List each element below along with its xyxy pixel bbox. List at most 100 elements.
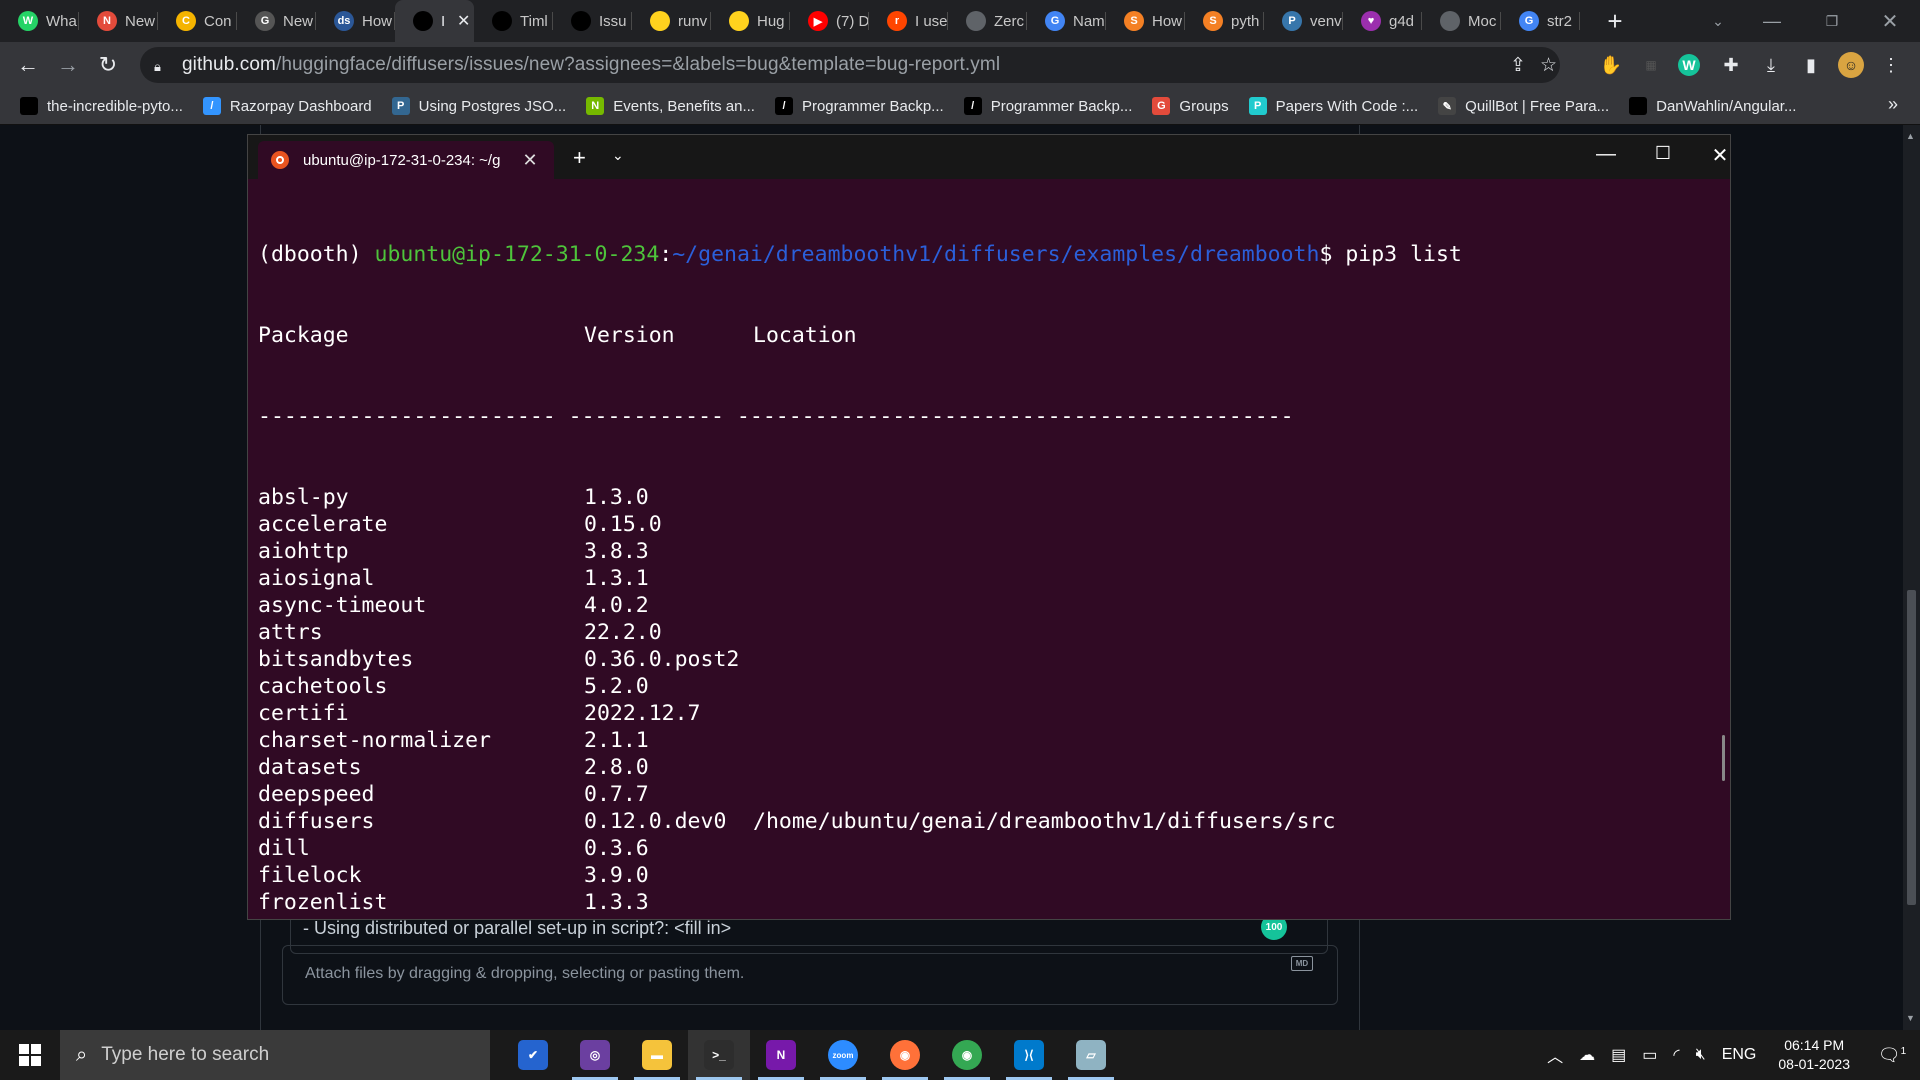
browser-tab-label: venv <box>1310 12 1342 30</box>
browser-tab[interactable]: W Wha <box>0 0 79 42</box>
browser-tab[interactable]: S How <box>1106 0 1185 42</box>
camera-app-icon: ◎ <box>580 1040 610 1070</box>
taskbar-app-button[interactable]: ◎ <box>564 1030 626 1080</box>
globe-icon <box>1440 11 1460 31</box>
browser-tab[interactable]: ▶ (7) D <box>790 0 869 42</box>
bookmark-item[interactable]: P Using Postgres JSO... <box>391 97 566 115</box>
extensions-puzzle-icon[interactable]: ✚ <box>1718 52 1744 78</box>
back-button[interactable]: ← <box>8 52 48 78</box>
bookmark-item[interactable]: / Razorpay Dashboard <box>202 97 372 115</box>
tab-search-icon[interactable]: ⌄ <box>1688 0 1748 42</box>
box-icon: C <box>176 11 196 31</box>
taskbar-app-button[interactable]: ✔ <box>502 1030 564 1080</box>
page-scrollbar[interactable]: ▲ ▼ <box>1903 125 1920 1030</box>
terminal-tab[interactable]: ubuntu@ip-172-31-0-234: ~/g ✕ <box>258 141 554 179</box>
device-icon[interactable]: ▤ <box>1611 1045 1626 1065</box>
terminal-maximize-button[interactable]: ☐ <box>1643 143 1683 164</box>
terminal-minimize-button[interactable]: — <box>1586 143 1626 166</box>
taskbar-search-box[interactable]: ⌕ Type here to search <box>60 1030 490 1080</box>
bookmark-item[interactable]: N Events, Benefits an... <box>586 97 755 115</box>
browser-tab[interactable]: Spyth <box>1185 0 1264 42</box>
bookmark-item[interactable]: ✎ QuillBot | Free Para... <box>1438 97 1609 115</box>
forward-button[interactable]: → <box>48 52 88 78</box>
language-indicator[interactable]: ENG <box>1722 1046 1757 1064</box>
address-bar[interactable]: 🔒︎ github.com/huggingface/diffusers/issu… <box>140 47 1560 83</box>
browser-tab[interactable]: Timl <box>474 0 553 42</box>
volume-muted-icon[interactable]: 🔇︎ <box>1696 1046 1706 1064</box>
restore-window-button[interactable]: ❐ <box>1802 0 1862 42</box>
start-button[interactable] <box>0 1030 60 1080</box>
browser-tab[interactable]: I ✕ <box>395 0 474 42</box>
share-icon[interactable]: ⇪ <box>1510 54 1526 77</box>
terminal-scrollbar[interactable] <box>1722 735 1725 781</box>
taskbar-app-button[interactable]: ⟩⟨ <box>998 1030 1060 1080</box>
close-terminal-tab-icon[interactable]: ✕ <box>522 150 537 171</box>
taskbar-app-button[interactable]: ▱ <box>1060 1030 1122 1080</box>
minimize-window-button[interactable]: — <box>1742 0 1802 42</box>
bookmark-star-icon[interactable]: ☆ <box>1540 54 1557 77</box>
browser-tab[interactable]: C Con <box>158 0 237 42</box>
wifi-icon[interactable]: ◜ <box>1673 1045 1679 1065</box>
lock-icon[interactable]: 🔒︎ <box>154 59 166 74</box>
browser-tab[interactable]: r I use <box>869 0 948 42</box>
browser-tab[interactable]: G New <box>237 0 316 42</box>
browser-tab[interactable]: ds How <box>316 0 395 42</box>
terminal-icon: >_ <box>704 1040 734 1070</box>
browser-tab[interactable]: G Nam <box>1027 0 1106 42</box>
clock[interactable]: 06:14 PM 08-01-2023 <box>1778 1036 1850 1074</box>
taskbar-app-button[interactable]: zoom <box>812 1030 874 1080</box>
terminal-dropdown-chevron-icon[interactable]: ⌄ <box>612 147 624 164</box>
browser-tab[interactable]: Gstr2 <box>1501 0 1580 42</box>
browser-tab[interactable]: Issu <box>553 0 632 42</box>
side-panel-icon[interactable]: ▮ <box>1798 52 1824 78</box>
show-hidden-icons-chevron-icon[interactable]: ︿ <box>1547 1043 1563 1067</box>
terminal-output[interactable]: (dbooth) ubuntu@ip-172-31-0-234:~/genai/… <box>258 187 1698 915</box>
browser-tab[interactable]: Zerc <box>948 0 1027 42</box>
download-icon[interactable]: ⤓ <box>1758 52 1784 78</box>
notification-center-icon[interactable]: 🗨︎1 <box>1872 1045 1912 1066</box>
bookmark-item[interactable]: G Groups <box>1152 97 1229 115</box>
reload-button[interactable]: ↻ <box>88 52 128 78</box>
bookmark-item[interactable]: / Programmer Backp... <box>963 97 1132 115</box>
attach-files-area[interactable]: Attach files by dragging & dropping, sel… <box>282 945 1338 1005</box>
more-bookmarks-chevron-icon[interactable]: » <box>1888 94 1898 115</box>
disabled-extension-icon[interactable]: ▦ <box>1638 52 1664 78</box>
page-scrollbar-thumb[interactable] <box>1907 590 1916 905</box>
taskbar-app-button[interactable]: N <box>750 1030 812 1080</box>
url-path: /huggingface/diffusers/issues/new?assign… <box>275 54 1001 75</box>
taskbar-app-button[interactable]: ▬ <box>626 1030 688 1080</box>
huggingface-icon <box>650 11 670 31</box>
bookmark-item[interactable]: P Papers With Code :... <box>1248 97 1418 115</box>
browser-tab[interactable]: ♥ g4d <box>1343 0 1422 42</box>
reddit-icon: r <box>887 11 907 31</box>
close-tab-icon[interactable]: ✕ <box>457 11 470 31</box>
browser-tab[interactable]: runv <box>632 0 711 42</box>
battery-icon[interactable]: ▭ <box>1642 1045 1657 1065</box>
browser-tab[interactable]: N New <box>79 0 158 42</box>
chrome-menu-icon[interactable]: ⋮ <box>1878 52 1904 78</box>
taskbar-app-button[interactable]: ◉ <box>936 1030 998 1080</box>
terminal-titlebar[interactable]: ubuntu@ip-172-31-0-234: ~/g ✕ + ⌄ — ☐ ✕ <box>248 135 1730 179</box>
bookmark-item[interactable]: the-incredible-pyto... <box>20 97 183 115</box>
browser-tab[interactable]: Moc <box>1422 0 1501 42</box>
grammarly-extension-icon[interactable]: W <box>1678 54 1700 76</box>
scroll-down-arrow-icon[interactable]: ▼ <box>1906 1013 1915 1023</box>
terminal-window[interactable]: ubuntu@ip-172-31-0-234: ~/g ✕ + ⌄ — ☐ ✕ … <box>248 135 1730 919</box>
taskbar-app-button[interactable]: >_ <box>688 1030 750 1080</box>
new-tab-button[interactable]: + <box>1600 6 1630 37</box>
onedrive-cloud-icon[interactable]: ☁ <box>1579 1045 1595 1065</box>
url-text[interactable]: github.com/huggingface/diffusers/issues/… <box>182 54 1000 76</box>
taskbar-app-button[interactable]: ◉ <box>874 1030 936 1080</box>
adblock-extension-icon[interactable]: ✋ <box>1598 52 1624 78</box>
terminal-close-button[interactable]: ✕ <box>1700 143 1740 168</box>
browser-tab[interactable]: Hug <box>711 0 790 42</box>
bookmark-item[interactable]: / Programmer Backp... <box>774 97 944 115</box>
browser-tab[interactable]: Pvenv <box>1264 0 1343 42</box>
bookmark-item[interactable]: DanWahlin/Angular... <box>1629 97 1796 115</box>
package-row: charset-normalizer 2.1.1 <box>258 727 1698 754</box>
profile-avatar[interactable]: ☺ <box>1838 52 1864 78</box>
package-row: cachetools 5.2.0 <box>258 673 1698 700</box>
scroll-up-arrow-icon[interactable]: ▲ <box>1906 131 1915 141</box>
new-terminal-tab-button[interactable]: + <box>573 145 586 171</box>
close-window-button[interactable]: ✕ <box>1860 0 1920 42</box>
